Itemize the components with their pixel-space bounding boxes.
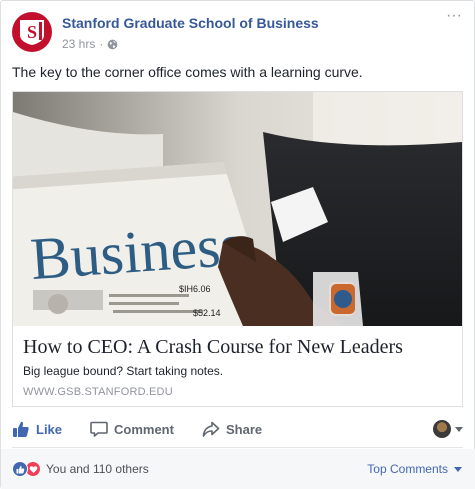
post-timestamp[interactable]: 23 hrs xyxy=(62,37,95,51)
newspaper-figure-1: $IH6.06 xyxy=(179,284,211,294)
user-avatar xyxy=(433,420,451,438)
link-preview[interactable]: Business $IH6.06 $52.14 How to CEO: A Cr… xyxy=(12,91,463,407)
post-card: S Stanford Graduate School of Business 2… xyxy=(0,0,475,489)
post-header: S Stanford Graduate School of Business 2… xyxy=(12,8,463,54)
link-title[interactable]: How to CEO: A Crash Course for New Leade… xyxy=(23,336,403,359)
comment-sort-label: Top Comments xyxy=(367,462,448,476)
chevron-down-icon xyxy=(455,426,463,432)
like-button[interactable]: Like xyxy=(12,413,90,445)
link-description: Big league bound? Start taking notes. xyxy=(23,364,224,378)
link-domain: WWW.GSB.STANFORD.EDU xyxy=(23,386,173,398)
reactions-summary[interactable]: You and 110 others xyxy=(12,461,149,477)
post-footer: You and 110 others Top Comments xyxy=(1,449,475,489)
globe-icon[interactable] xyxy=(107,39,118,50)
newspaper-photo: Business $IH6.06 $52.14 xyxy=(13,92,462,326)
more-options-icon[interactable]: ··· xyxy=(445,8,463,24)
svg-text:S: S xyxy=(27,22,37,42)
chevron-down-icon xyxy=(454,466,462,472)
react-as-selector[interactable] xyxy=(433,420,463,438)
page-name-link[interactable]: Stanford Graduate School of Business xyxy=(62,15,319,31)
share-label: Share xyxy=(226,421,263,437)
share-icon xyxy=(202,421,220,437)
reactions-text[interactable]: You and 110 others xyxy=(46,462,149,476)
comment-icon xyxy=(90,421,108,437)
like-label: Like xyxy=(36,421,63,437)
like-reaction-icon xyxy=(12,461,28,477)
newspaper-figure-2: $52.14 xyxy=(193,308,221,318)
share-button[interactable]: Share xyxy=(202,413,282,445)
thumbs-up-icon xyxy=(13,421,29,437)
comment-sort-dropdown[interactable]: Top Comments xyxy=(367,462,462,476)
link-body[interactable]: How to CEO: A Crash Course for New Leade… xyxy=(13,326,462,406)
meta-separator: · xyxy=(99,37,104,51)
footer-divider xyxy=(12,447,463,448)
comment-button[interactable]: Comment xyxy=(90,413,202,445)
link-image[interactable]: Business $IH6.06 $52.14 xyxy=(13,92,462,326)
post-caption: The key to the corner office comes with … xyxy=(12,64,363,80)
post-meta: 23 hrs · xyxy=(62,37,118,51)
stanford-logo-icon: S xyxy=(20,20,44,45)
comment-label: Comment xyxy=(114,421,174,437)
action-bar: Like Comment Share xyxy=(12,413,463,445)
page-avatar[interactable]: S xyxy=(12,12,52,52)
